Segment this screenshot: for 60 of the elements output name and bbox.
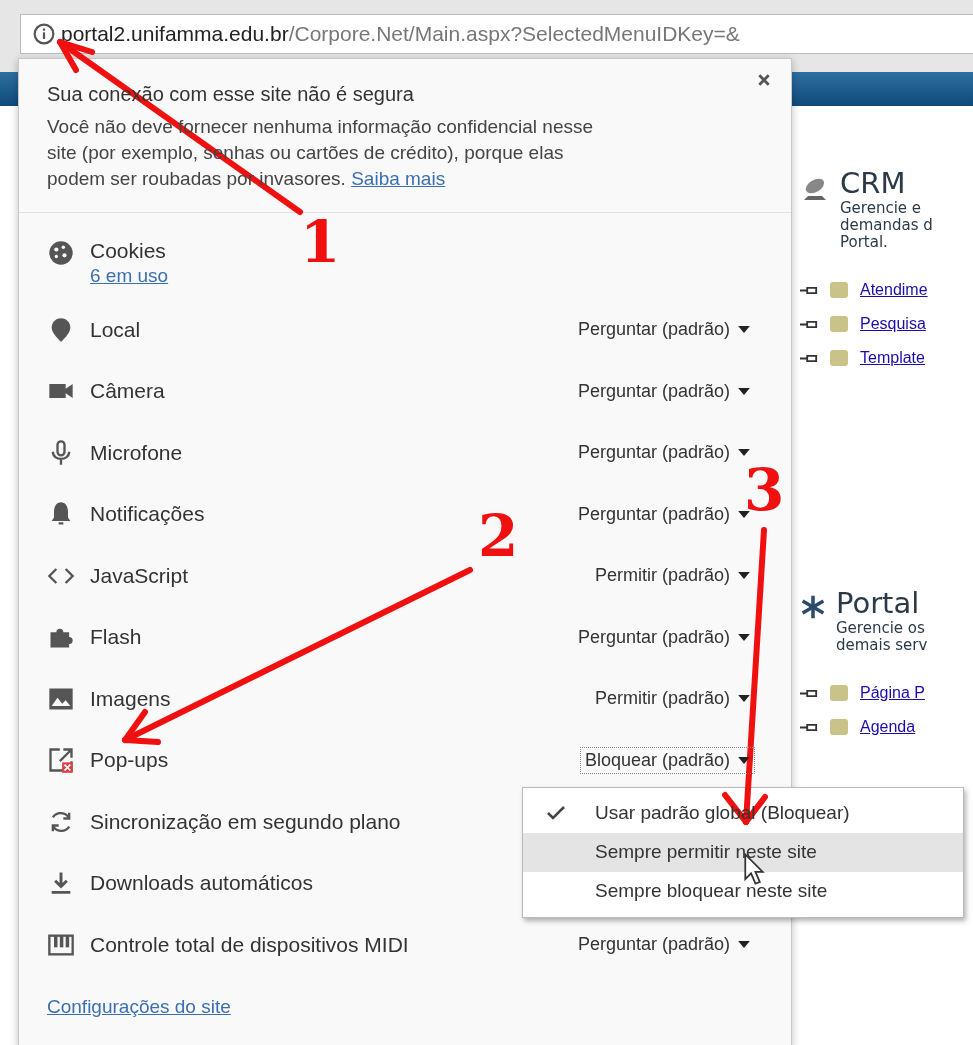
pin-icon <box>800 353 818 363</box>
section-description: Gerencie e <box>840 200 923 217</box>
permission-label: Imagens <box>90 686 171 711</box>
url-path: /Corpore.Net/Main.aspx?SelectedMenuIDKey=& <box>288 22 740 46</box>
cookies-in-use-link[interactable]: 6 em uso <box>90 265 169 287</box>
page-link[interactable]: Atendime <box>860 281 928 299</box>
pin-icon <box>800 319 818 329</box>
url-host: portal2.unifamma.edu.br <box>61 22 289 46</box>
permission-dropdown[interactable]: Perguntar (padrão) <box>572 931 755 959</box>
popup-icon <box>47 746 75 775</box>
permission-dropdown[interactable]: Perguntar (padrão) <box>572 377 755 405</box>
section-description: Portal. <box>840 234 889 251</box>
permission-label: Pop-ups <box>90 748 169 773</box>
permission-label: Downloads automáticos <box>90 871 313 896</box>
snowflake-icon <box>800 594 826 620</box>
section-description: demandas d <box>840 217 933 234</box>
permission-label: Câmera <box>90 379 165 404</box>
learn-more-link[interactable]: Saiba mais <box>351 168 446 189</box>
pin-icon <box>800 688 818 698</box>
checkmark-icon <box>545 805 567 822</box>
permission-dropdown[interactable]: Perguntar (padrão) <box>572 316 755 344</box>
permission-label: Microfone <box>90 440 183 465</box>
permission-label: Sincronização em segundo plano <box>90 809 401 834</box>
page-link[interactable]: Página P <box>860 684 925 702</box>
permission-label: Controle total de dispositivos MIDI <box>90 932 409 957</box>
info-icon[interactable] <box>33 23 55 45</box>
caret-icon <box>738 695 750 703</box>
permission-dropdown[interactable]: Permitir (padrão) <box>589 562 755 590</box>
caret-icon <box>738 449 750 457</box>
caret-icon <box>738 387 750 395</box>
pin-icon <box>800 722 818 732</box>
page-link[interactable]: Pesquisa <box>860 315 926 333</box>
caret-icon <box>738 510 750 518</box>
caret-icon <box>738 756 750 764</box>
caret-icon <box>738 633 750 641</box>
site-settings-link[interactable]: Configurações do site <box>47 995 231 1018</box>
menu-option[interactable]: Sempre bloquear neste site <box>523 871 963 911</box>
cookie-icon <box>47 239 75 267</box>
permission-dropdown[interactable]: Bloquear (padrão) <box>579 746 755 774</box>
pin-icon <box>800 285 818 295</box>
section-title: CRM <box>840 166 907 200</box>
caret-icon <box>738 941 750 949</box>
permission-label: Notificações <box>90 502 205 527</box>
annotation-number: 2 <box>478 502 519 570</box>
caret-icon <box>738 572 750 580</box>
permission-label: Local <box>90 317 141 342</box>
section-title: Portal <box>836 586 921 620</box>
close-icon[interactable] <box>757 73 771 87</box>
caret-icon <box>738 326 750 334</box>
address-bar[interactable]: portal2.unifamma.edu.br/Corpore.Net/Main.aspx?SelectedMenuIDKey=& <box>20 14 973 54</box>
annotation-number: 1 <box>300 208 341 276</box>
section-description: Gerencie os <box>836 620 926 637</box>
page-link[interactable]: Agenda <box>860 718 916 736</box>
permission-label: JavaScript <box>90 563 189 588</box>
permission-label: Flash <box>90 625 142 650</box>
section-description: demais serv <box>836 637 928 654</box>
permission-label: Cookies <box>90 239 166 263</box>
permission-dropdown[interactable]: Perguntar (padrão) <box>572 623 755 651</box>
permission-dropdown[interactable]: Permitir (padrão) <box>589 685 755 713</box>
page-link[interactable]: Template <box>860 349 925 367</box>
